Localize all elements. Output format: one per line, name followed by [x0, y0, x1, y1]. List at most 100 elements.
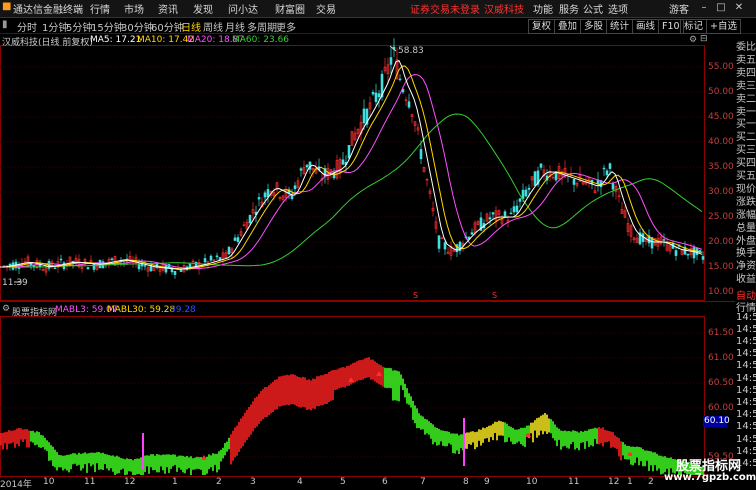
menu-fuwu[interactable]: 服务: [559, 1, 579, 16]
indicator-frame: [0, 316, 705, 477]
y-tick: 30.00: [708, 187, 734, 197]
y-tick: 20.00: [708, 237, 734, 247]
title-bar: ■ 通达信金融终端 行情 市场 资讯 发现 问小达 财富圈 交易 证券交易未登录…: [0, 0, 756, 18]
signal-marker: S: [492, 291, 497, 300]
ma60-label: MA60: 23.66: [232, 35, 290, 45]
diejia-button[interactable]: 叠加: [554, 19, 582, 34]
quote-panel-row: 14:5: [736, 396, 756, 408]
quote-panel-row: 14:5: [736, 348, 756, 360]
y-tick: 55.00: [708, 62, 734, 72]
chart-collapse-icon[interactable]: ⊟: [700, 34, 708, 44]
x-label: 1: [172, 477, 178, 487]
x-label: 2: [216, 477, 222, 487]
app-logo-icon: ■: [2, 1, 12, 12]
x-label: 12: [124, 477, 136, 487]
x-label: 11: [84, 477, 96, 487]
tab-daily[interactable]: 日线: [181, 19, 201, 34]
tab-multi-period[interactable]: 多周期: [247, 19, 277, 34]
tab-30min[interactable]: 30分钟: [121, 19, 154, 34]
menu-hangqing[interactable]: 行情: [90, 1, 110, 16]
signal-marker: S: [413, 291, 418, 300]
tab-15min[interactable]: 15分钟: [91, 19, 124, 34]
menu-faxian[interactable]: 发现: [193, 1, 213, 16]
watermark-url: www.7gpzb.com: [664, 472, 756, 483]
x-label: 9: [484, 477, 490, 487]
quote-panel-row: 14:5: [736, 409, 756, 421]
y-tick: 50.00: [708, 87, 734, 97]
tab-monthly[interactable]: 月线: [225, 19, 245, 34]
y-tick: 35.00: [708, 162, 734, 172]
menu-zixun[interactable]: 资讯: [158, 1, 178, 16]
quote-panel: 委比 卖五 卖四 卖三 卖二 卖一 买一 买二 买三 买四 买五 现价 涨跌 涨幅 总量 外盘 换手 净资 收益 自动…: [735, 34, 756, 487]
guest-label[interactable]: 游客: [669, 1, 689, 16]
huaxian-button[interactable]: 画线: [632, 19, 660, 34]
ind-y-tick: 60.50: [708, 378, 734, 388]
quote-panel-row: 14:5: [736, 421, 756, 433]
chart-canvas[interactable]: S S: [0, 34, 735, 477]
menu-shichang[interactable]: 市场: [124, 1, 144, 16]
ind-current-value: 60.10: [704, 416, 730, 426]
menu-xuanxiang[interactable]: 选项: [608, 1, 628, 16]
app-title: 通达信金融终端: [13, 5, 83, 16]
indicator-title: 股票指标网: [12, 308, 58, 318]
ma20-line: [0, 74, 703, 270]
biaoji-button[interactable]: 标记: [680, 19, 708, 34]
maximize-icon[interactable]: □: [714, 1, 728, 15]
tab-60min[interactable]: 60分钟: [151, 19, 184, 34]
menu-jiaoyi[interactable]: 交易: [316, 1, 336, 16]
menu-wenxiaoda[interactable]: 问小达: [228, 1, 258, 16]
quote-panel-row: 14:5: [736, 360, 756, 372]
ma5-label: MA5: 17.21: [90, 35, 142, 45]
close-icon[interactable]: ✕: [732, 1, 746, 15]
y-tick: 15.00: [708, 262, 734, 272]
x-label: 10: [526, 477, 538, 487]
tab-1min[interactable]: 1分钟: [42, 19, 68, 34]
fuquan-button[interactable]: 复权: [528, 19, 556, 34]
main-chart-frame: [0, 45, 705, 301]
y-tick: 45.00: [708, 112, 734, 122]
y-tick: 25.00: [708, 212, 734, 222]
x-label: 3: [250, 477, 256, 487]
quote-panel-row: 14:5: [736, 323, 756, 335]
quote-panel-row: 14:5: [736, 335, 756, 347]
stock-name-title: 汉威科技: [484, 5, 524, 16]
quote-panel-row: 14:5: [736, 311, 756, 323]
ind-y-tick: 60.00: [708, 403, 734, 413]
x-label: 12: [608, 477, 620, 487]
period-toolbar: ▮ 分时 1分钟 5分钟 15分钟 30分钟 60分钟 日线 周线 月线 多周期…: [0, 18, 756, 34]
tab-5min[interactable]: 5分钟: [66, 19, 92, 34]
add-favorite-button[interactable]: +自选: [706, 19, 741, 34]
x-label: 2: [648, 477, 654, 487]
main-gridlines: [0, 66, 705, 293]
x-label: 8: [463, 477, 469, 487]
x-label: 7: [420, 477, 426, 487]
x-label: 1: [627, 477, 633, 487]
x-label: 2014年: [0, 480, 32, 490]
menu-caifuquan[interactable]: 财富圈: [275, 1, 305, 16]
candlesticks[interactable]: [2, 38, 705, 279]
menu-gongneng[interactable]: 功能: [533, 1, 553, 16]
login-warning[interactable]: 证券交易未登录: [410, 1, 480, 16]
x-label: 4: [297, 477, 303, 487]
x-axis: 2014年 10 11 12 1 2 3 4 5 6 7 8 9 10 11 1…: [0, 477, 735, 490]
mabl30-label: MABL30: 59.28: [107, 305, 176, 315]
tongji-button[interactable]: 统计: [606, 19, 634, 34]
tab-fenshi[interactable]: 分时: [17, 19, 37, 34]
x-label: 6: [382, 477, 388, 487]
tab-weekly[interactable]: 周线: [203, 19, 223, 34]
minimize-icon[interactable]: –: [697, 1, 711, 15]
duogu-button[interactable]: 多股: [580, 19, 608, 34]
chart-settings-icon[interactable]: ⚙: [689, 35, 697, 45]
chart-title: 汉威科技(日线 前复权): [2, 38, 93, 48]
y-tick: 10.00: [708, 287, 734, 297]
indicator-settings-icon[interactable]: ⚙: [2, 304, 10, 314]
quote-panel-row: 收益: [736, 274, 756, 286]
ma10-label: MA10: 17.42: [137, 35, 195, 45]
quote-panel-row: 14:5: [736, 384, 756, 396]
ind-y-tick: 61.00: [708, 353, 734, 363]
y-tick: 40.00: [708, 137, 734, 147]
menu-gongshi[interactable]: 公式: [583, 1, 603, 16]
tab-more[interactable]: 更多: [276, 19, 296, 34]
high-price-label: 58.83: [398, 46, 424, 56]
quote-panel-row: 14:5: [736, 433, 756, 445]
